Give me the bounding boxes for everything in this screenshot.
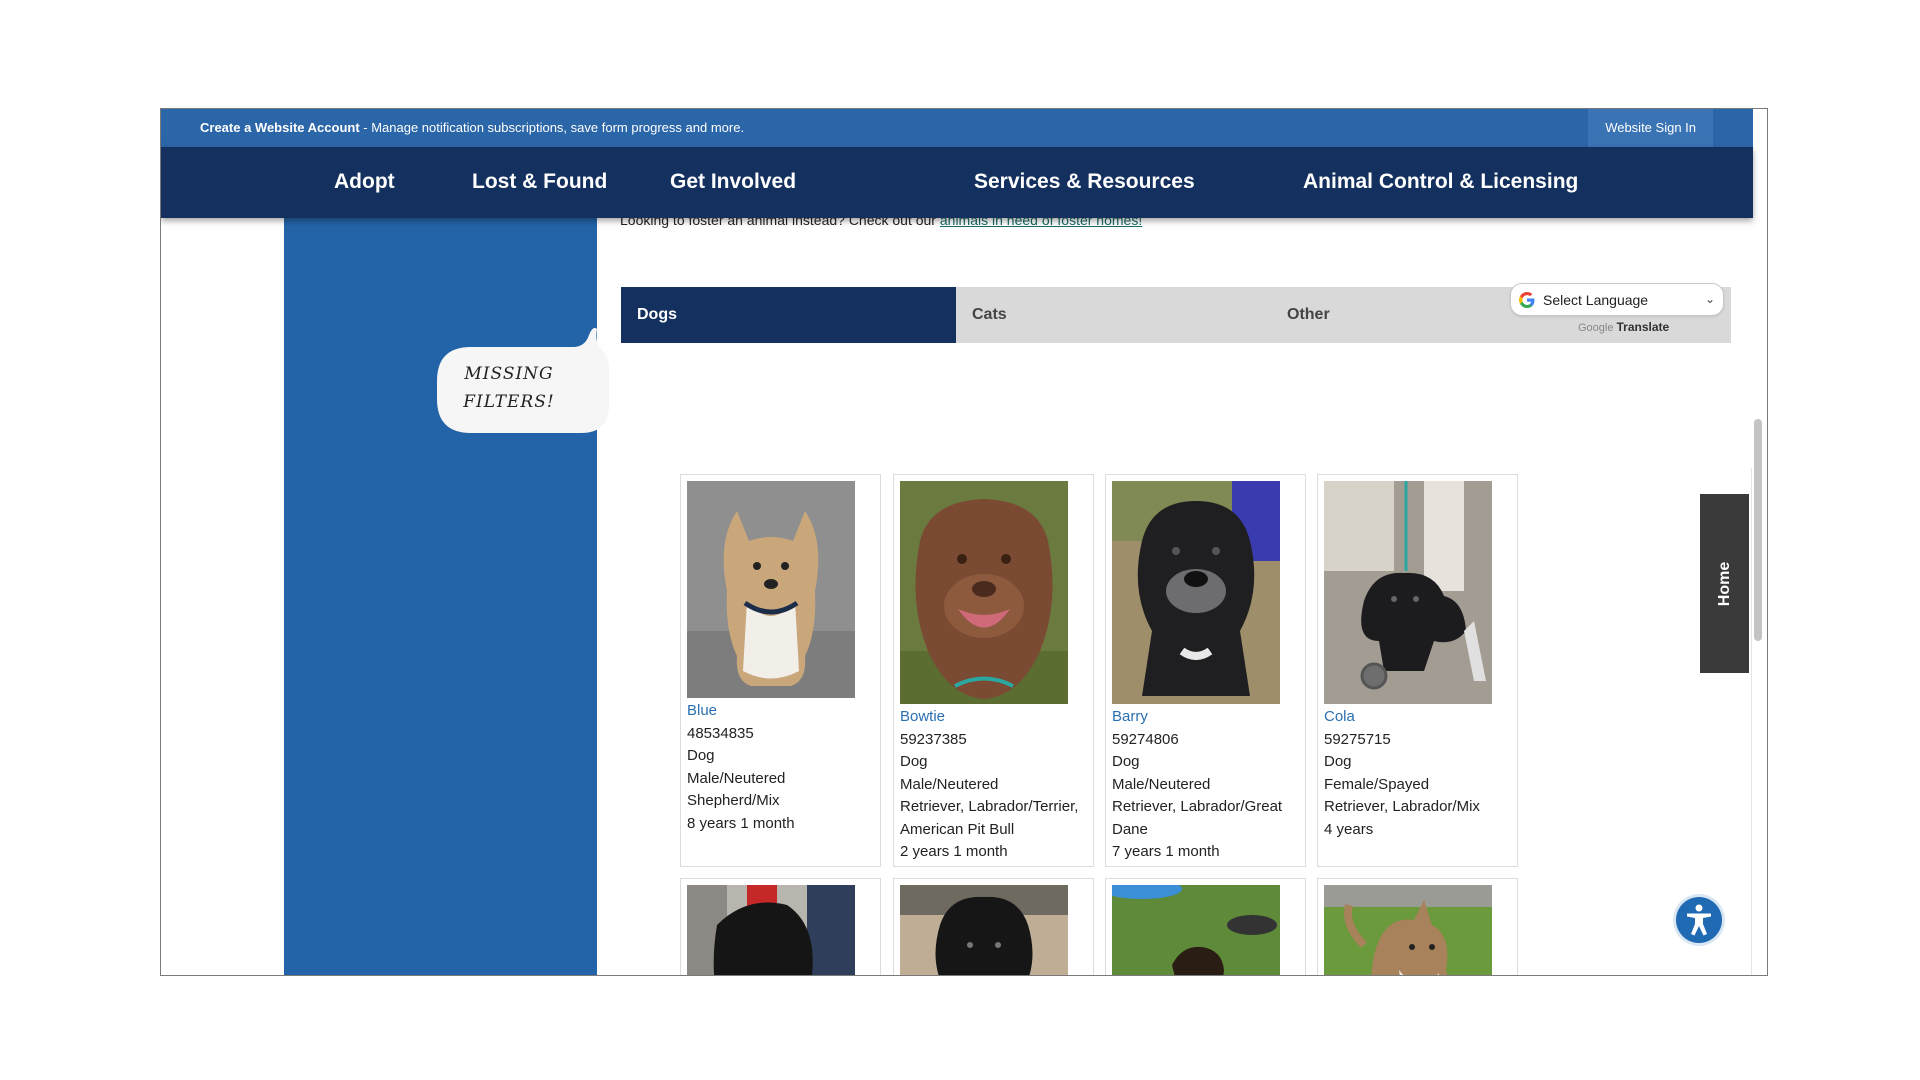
dog-photo[interactable] — [900, 885, 1068, 975]
language-select[interactable]: Select Language ⌄ — [1510, 283, 1724, 316]
animal-id: 48534835 — [687, 724, 754, 742]
animal-id: 59237385 — [900, 730, 967, 748]
website-sign-in-button[interactable]: Website Sign In — [1588, 109, 1713, 147]
nav-item-animal-control-licensing[interactable]: Animal Control & Licensing — [1303, 147, 1578, 217]
animal-species: Dog — [1112, 753, 1140, 770]
dog-photo[interactable] — [900, 481, 1068, 704]
accessibility-icon — [1687, 904, 1711, 936]
animal-name-link[interactable]: Barry — [1112, 706, 1304, 729]
animal-breed: Retriever, Labrador/Terrier, American Pi… — [900, 798, 1079, 838]
animal-sex: Male/Neutered — [1112, 775, 1211, 793]
browser-frame: Create a Website Account - Manage notifi… — [160, 108, 1768, 976]
animal-age: 2 years 1 month — [900, 843, 1008, 860]
animal-sex: Female/Spayed — [1324, 775, 1430, 793]
animal-id: 59274806 — [1112, 730, 1179, 748]
nav-item-adopt[interactable]: Adopt — [334, 147, 395, 217]
animal-sex: Male/Neutered — [687, 769, 786, 787]
main-nav: Adopt Lost & Found Get Involved Services… — [161, 147, 1753, 218]
accessibility-button[interactable] — [1676, 897, 1722, 943]
animal-card[interactable] — [1317, 878, 1518, 975]
animal-age: 4 years — [1324, 820, 1374, 838]
chevron-down-icon: ⌄ — [1704, 292, 1715, 306]
animal-age: 7 years 1 month — [1112, 843, 1220, 860]
dog-photo[interactable] — [687, 885, 855, 975]
tab-cats[interactable]: Cats — [956, 287, 1256, 343]
animal-card[interactable] — [680, 878, 881, 975]
nav-item-get-involved[interactable]: Get Involved — [670, 147, 796, 217]
powered-by-google: Google Translate — [1578, 320, 1724, 334]
tab-dogs[interactable]: Dogs — [621, 287, 956, 343]
create-account-link[interactable]: Create a Website Account — [200, 120, 360, 135]
animal-card[interactable] — [1105, 878, 1306, 975]
account-description: - Manage notification subscriptions, sav… — [359, 120, 745, 135]
animal-sex: Male/Neutered — [900, 775, 999, 793]
animal-species: Dog — [687, 747, 715, 764]
animal-info: Bowtie 59237385 Dog Male/Neutered Retrie… — [900, 706, 1092, 864]
translate-link[interactable]: Translate — [1616, 320, 1669, 334]
animal-species: Dog — [1324, 753, 1352, 770]
animal-card[interactable]: Cola 59275715 Dog Female/Spayed Retrieve… — [1317, 474, 1518, 867]
animal-breed: Retriever, Labrador/Great Dane — [1112, 798, 1283, 838]
animal-card[interactable] — [893, 878, 1094, 975]
animal-species: Dog — [900, 753, 928, 770]
google-g-icon — [1519, 292, 1535, 308]
dog-photo[interactable] — [1112, 481, 1280, 704]
google-translate-widget: Select Language ⌄ Google Translate — [1510, 283, 1724, 334]
home-side-tab[interactable]: Home — [1700, 494, 1749, 673]
account-bar: Create a Website Account - Manage notifi… — [161, 109, 1753, 147]
animal-card[interactable]: Bowtie 59237385 Dog Male/Neutered Retrie… — [893, 474, 1094, 867]
dog-photo[interactable] — [687, 481, 855, 698]
animal-age: 8 years 1 month — [687, 814, 795, 832]
nav-item-services-resources[interactable]: Services & Resources — [974, 147, 1195, 217]
language-select-label: Select Language — [1543, 292, 1649, 308]
animal-name-link[interactable]: Blue — [687, 700, 879, 723]
animal-card[interactable]: Barry 59274806 Dog Male/Neutered Retriev… — [1105, 474, 1306, 867]
foster-text: Looking to foster an animal instead? Che… — [620, 218, 940, 228]
missing-filters-annotation: MISSING FILTERS! — [433, 360, 585, 416]
animal-id: 59275715 — [1324, 730, 1391, 748]
annotation-line-1: MISSING — [464, 364, 554, 384]
dog-photo[interactable] — [1324, 885, 1492, 975]
animal-breed: Shepherd/Mix — [687, 792, 780, 809]
animal-info: Cola 59275715 Dog Female/Spayed Retrieve… — [1324, 706, 1516, 841]
dog-photo[interactable] — [1112, 885, 1280, 975]
animal-card[interactable]: Blue 48534835 Dog Male/Neutered Shepherd… — [680, 474, 881, 867]
home-side-tab-label: Home — [1715, 561, 1733, 606]
annotation-line-2: FILTERS! — [463, 392, 555, 412]
foster-notice: Looking to foster an animal instead? Che… — [620, 218, 1142, 228]
grid-scroll-track — [1751, 468, 1752, 975]
foster-link[interactable]: animals in need of foster homes! — [940, 218, 1142, 228]
dog-photo[interactable] — [1324, 481, 1492, 704]
account-message: Create a Website Account - Manage notifi… — [200, 120, 744, 135]
google-wordmark: Google — [1578, 322, 1614, 334]
nav-item-lost-found[interactable]: Lost & Found — [472, 147, 607, 217]
animal-breed: Retriever, Labrador/Mix — [1324, 798, 1480, 815]
animal-name-link[interactable]: Cola — [1324, 706, 1516, 729]
animal-info: Blue 48534835 Dog Male/Neutered Shepherd… — [687, 700, 879, 835]
animal-info: Barry 59274806 Dog Male/Neutered Retriev… — [1112, 706, 1304, 864]
animal-name-link[interactable]: Bowtie — [900, 706, 1092, 729]
page-scrollbar[interactable] — [1754, 419, 1762, 641]
